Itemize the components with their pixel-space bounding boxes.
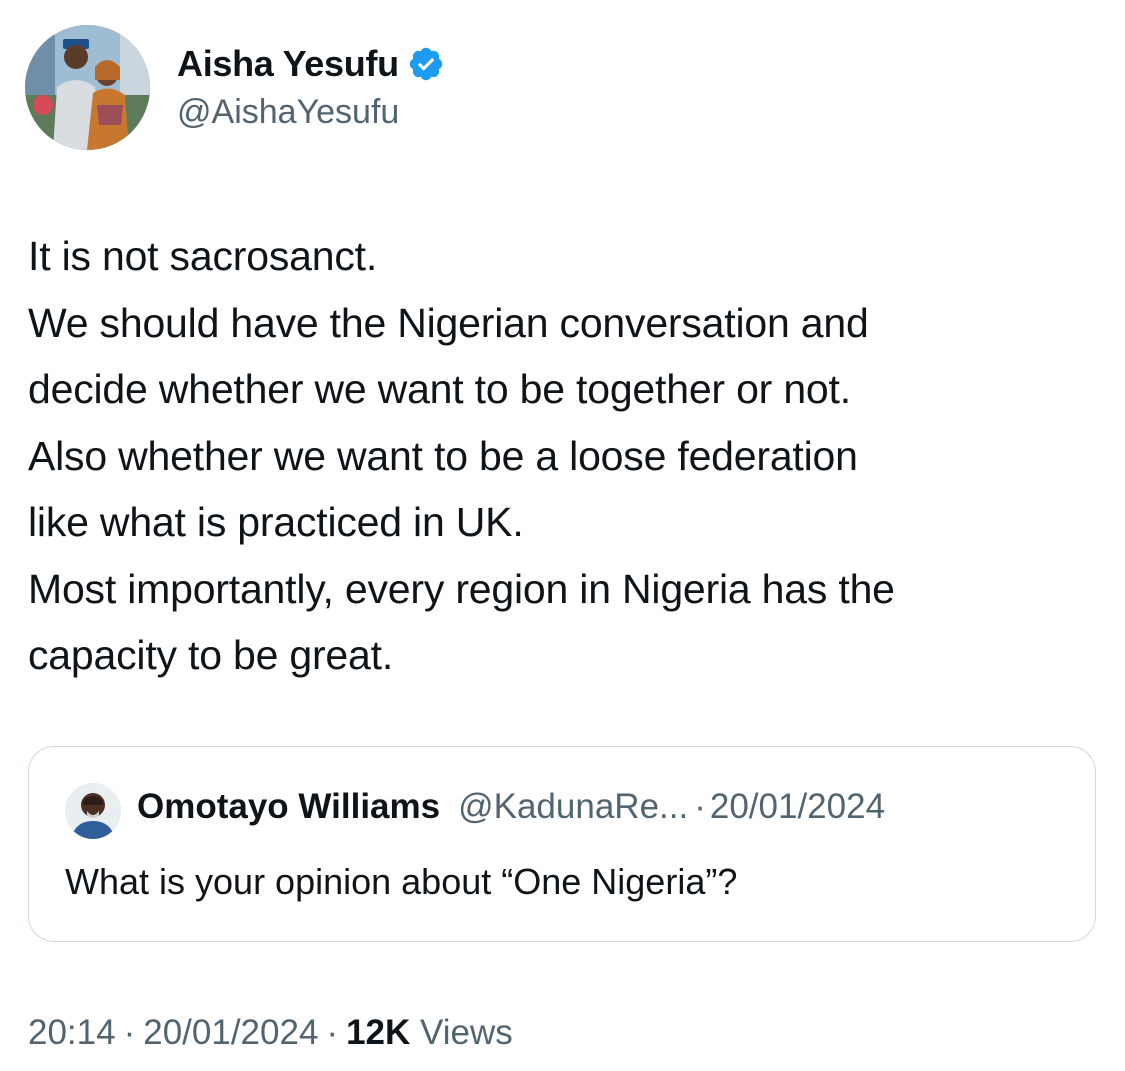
quoted-author-name[interactable]: Omotayo Williams <box>137 787 440 827</box>
tweet-text-line: like what is practiced in UK. <box>28 499 524 545</box>
footer-separator: · <box>326 1013 339 1052</box>
tweet-footer: 20:14 · 20/01/2024 · 12K Views <box>28 1013 513 1053</box>
tweet-text-line: capacity to be great. <box>28 632 394 678</box>
quoted-tweet-text: What is your opinion about “One Nigeria”… <box>65 861 738 902</box>
profile-photo-icon <box>65 783 121 839</box>
profile-photo-icon <box>25 25 150 150</box>
verified-badge-icon <box>407 45 445 83</box>
author-display-name[interactable]: Aisha Yesufu <box>177 43 399 85</box>
tweet-text-line: Also whether we want to be a loose feder… <box>28 432 858 479</box>
quoted-author-handle[interactable]: @KadunaRe... <box>458 787 688 827</box>
views-label[interactable]: Views <box>420 1013 513 1052</box>
tweet-text-line: It is not sacrosanct. <box>28 233 378 279</box>
tweet-text: It is not sacrosanct. We should have the… <box>28 223 1108 689</box>
views-count[interactable]: 12K <box>346 1013 410 1052</box>
author-name-row[interactable]: Aisha Yesufu <box>177 43 445 85</box>
tweet-header: Aisha Yesufu @AishaYesufu <box>25 25 1100 150</box>
tweet-text-line: We should have the Nigerian conversation… <box>28 299 869 346</box>
tweet-date[interactable]: 20/01/2024 <box>143 1013 318 1052</box>
tweet-time[interactable]: 20:14 <box>28 1013 116 1052</box>
quoted-tweet-date[interactable]: 20/01/2024 <box>710 787 885 827</box>
author-handle[interactable]: @AishaYesufu <box>177 93 399 132</box>
author-avatar[interactable] <box>25 25 150 150</box>
tweet-text-line: decide whether we want to be together or… <box>28 366 851 412</box>
quoted-author-avatar[interactable] <box>65 783 121 839</box>
quoted-tweet-meta: Omotayo Williams @KadunaRe... · 20/01/20… <box>137 787 885 827</box>
footer-separator: · <box>123 1013 136 1052</box>
tweet-text-line: Most importantly, every region in Nigeri… <box>28 565 895 612</box>
meta-separator: · <box>694 787 706 826</box>
quoted-tweet-card[interactable]: Omotayo Williams @KadunaRe... · 20/01/20… <box>28 746 1096 942</box>
